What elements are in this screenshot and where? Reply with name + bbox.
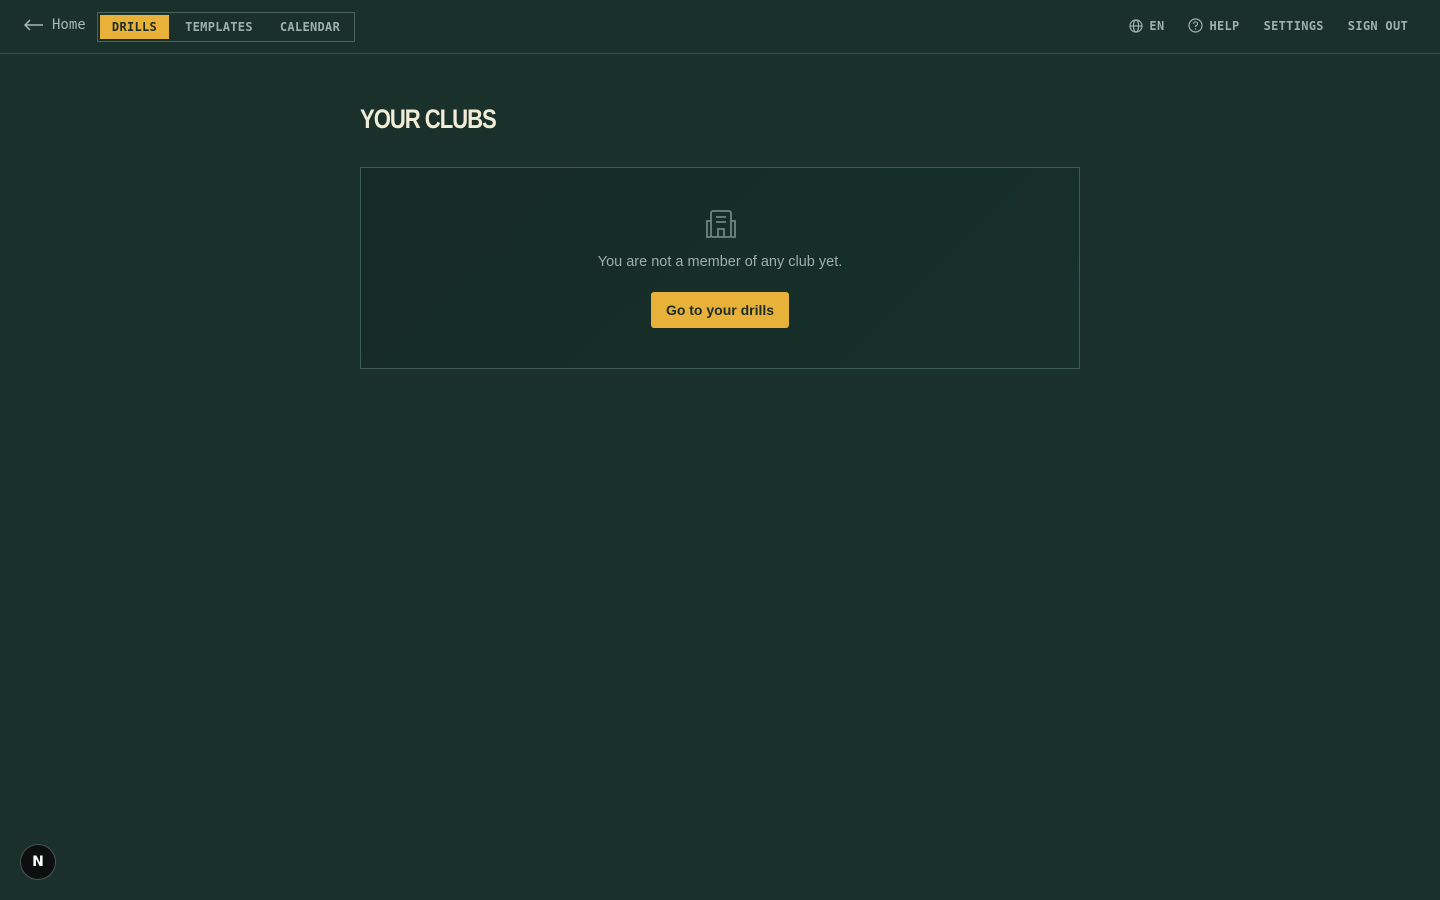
go-to-drills-button[interactable]: Go to your drills xyxy=(651,292,789,328)
tab-calendar[interactable]: CALENDAR xyxy=(269,15,351,39)
building-icon xyxy=(706,210,736,238)
help-label: HELP xyxy=(1209,18,1240,33)
back-home-link[interactable]: Home xyxy=(24,17,86,33)
settings-link[interactable]: SETTINGS xyxy=(1264,19,1324,33)
arrow-left-icon xyxy=(24,19,43,31)
top-navigation-bar: Home DRILLS TEMPLATES CALENDAR EN HELP S… xyxy=(0,0,1440,54)
section-tabs: DRILLS TEMPLATES CALENDAR xyxy=(97,12,355,42)
language-selector[interactable]: EN xyxy=(1129,19,1164,33)
account-navigation: EN HELP SETTINGS SIGN OUT xyxy=(1129,18,1408,33)
empty-clubs-card: You are not a member of any club yet. Go… xyxy=(360,167,1080,369)
page-title: YOUR CLUBS xyxy=(360,104,497,134)
globe-icon xyxy=(1129,18,1144,33)
help-link[interactable]: HELP xyxy=(1188,18,1239,33)
tab-templates[interactable]: TEMPLATES xyxy=(173,15,265,39)
back-home-label: Home xyxy=(52,17,86,33)
language-label: EN xyxy=(1149,18,1165,33)
empty-state-message: You are not a member of any club yet. xyxy=(597,254,843,270)
help-circle-icon xyxy=(1188,18,1204,33)
tab-drills[interactable]: DRILLS xyxy=(100,15,169,39)
sign-out-link[interactable]: SIGN OUT xyxy=(1348,19,1408,33)
dev-tools-badge[interactable]: N xyxy=(20,844,56,880)
